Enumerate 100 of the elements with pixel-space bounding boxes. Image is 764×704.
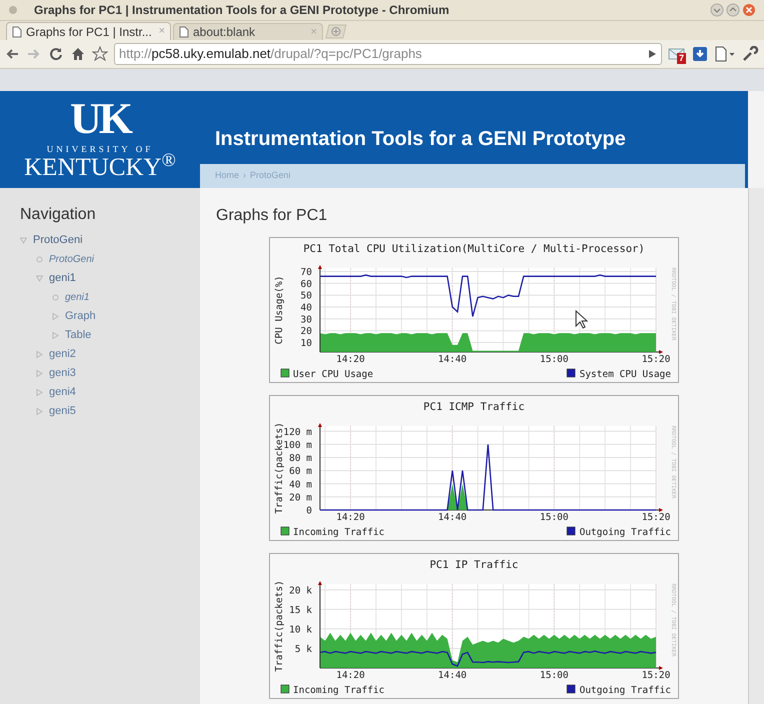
- axis-title: Traffic(packets): [274, 580, 285, 672]
- nav-link[interactable]: Table: [65, 327, 92, 344]
- axis-tick-label: 60 m: [289, 466, 312, 478]
- back-icon[interactable]: [4, 47, 20, 61]
- axis-tick-label: 14:20: [336, 670, 365, 681]
- nav-link[interactable]: geni2: [49, 346, 76, 363]
- legend-swatch: [566, 526, 576, 536]
- nav-link[interactable]: Graph: [65, 308, 96, 325]
- play-icon[interactable]: [647, 49, 657, 59]
- reload-icon[interactable]: [48, 46, 64, 62]
- legend-swatch: [280, 684, 290, 694]
- axis-tick-label: 50: [300, 290, 312, 302]
- legend-label: Outgoing Traffic: [579, 685, 671, 696]
- nav-link[interactable]: ProtoGeni: [33, 232, 83, 249]
- scrollbar[interactable]: [748, 188, 764, 704]
- legend-swatch: [280, 526, 290, 536]
- nav-link[interactable]: geni1: [49, 270, 76, 287]
- axis-tick-label: 0: [306, 506, 312, 516]
- browser-tab[interactable]: Graphs for PC1 | Instr... ×: [6, 22, 171, 40]
- bullet-icon: [52, 294, 59, 301]
- axis-tick-label: 15:00: [540, 670, 568, 681]
- forward-icon[interactable]: [26, 47, 42, 61]
- chart-title: PC1 IP Traffic: [430, 559, 518, 571]
- legend-label: Outgoing Traffic: [579, 527, 671, 538]
- wrench-icon[interactable]: [742, 46, 760, 62]
- nav-link[interactable]: geni5: [49, 403, 76, 420]
- chart-title: PC1 ICMP Traffic: [423, 401, 525, 413]
- page-icon: [12, 26, 22, 38]
- site-title: Instrumentation Tools for a GENI Prototype: [215, 127, 627, 152]
- legend-label: Incoming Traffic: [293, 527, 385, 538]
- sidebar-title: Navigation: [20, 205, 97, 225]
- page-title: Graphs for PC1: [216, 206, 328, 226]
- axis-tick-label: 14:40: [438, 354, 467, 365]
- breadcrumb-separator: ›: [243, 169, 246, 182]
- axis-title: CPU Usage(%): [274, 276, 285, 344]
- page-icon: [179, 26, 189, 38]
- collapsed-triangle-icon[interactable]: [36, 351, 43, 358]
- axis-tick-label: 40 m: [289, 479, 312, 490]
- axis-tick-label: 80 m: [289, 453, 312, 464]
- notification-badge: 7: [677, 53, 686, 64]
- download-icon[interactable]: [692, 46, 708, 62]
- collapsed-triangle-icon[interactable]: [52, 332, 59, 339]
- axis-tick-label: 10 k: [289, 624, 312, 636]
- home-icon[interactable]: [70, 46, 86, 62]
- logo-text: KENTUCKY$^{®}$: [24, 155, 176, 181]
- axis-tick-label: 120 m: [283, 426, 312, 438]
- expanded-triangle-icon[interactable]: [36, 275, 43, 282]
- axis-tick-label: 20 m: [289, 492, 312, 504]
- axis-tick-label: 100 m: [283, 440, 312, 451]
- page-menu-icon[interactable]: [714, 46, 736, 62]
- new-tab-icon[interactable]: [325, 24, 347, 39]
- axis-tick-label: 15:20: [642, 670, 670, 681]
- logo-mark: UK: [70, 97, 130, 141]
- axis-tick-label: 14:20: [336, 354, 365, 365]
- collapsed-triangle-icon[interactable]: [52, 313, 59, 320]
- browser-tab[interactable]: about:blank ×: [173, 23, 323, 40]
- tab-close-button[interactable]: ×: [158, 23, 165, 40]
- axis-tick-label: 10: [300, 338, 312, 350]
- window-menu-icon[interactable]: [8, 5, 18, 15]
- axis-tick-label: 15:20: [642, 512, 670, 523]
- collapsed-triangle-icon[interactable]: [36, 408, 43, 415]
- legend-label: Incoming Traffic: [293, 685, 385, 696]
- close-icon[interactable]: [742, 3, 756, 17]
- axis-tick-label: 14:20: [336, 512, 365, 523]
- star-icon[interactable]: [92, 46, 108, 62]
- legend-swatch: [566, 684, 576, 694]
- axis-tick-label: 14:40: [438, 670, 467, 681]
- url-text[interactable]: /drupal/?q=pc/PC1/graphs: [270, 46, 422, 62]
- nav-link[interactable]: ProtoGeni: [49, 252, 94, 267]
- breadcrumb-link[interactable]: Home: [215, 169, 240, 183]
- window-title: Graphs for PC1 | Instrumentation Tools for a GENI Prototype - Chromium: [34, 2, 450, 19]
- bullet-icon: [36, 256, 43, 263]
- maximize-icon[interactable]: [726, 3, 740, 17]
- axis-tick-label: 20 k: [289, 585, 312, 596]
- nav-link[interactable]: geni4: [49, 384, 76, 401]
- legend-swatch: [280, 368, 290, 378]
- address-bar[interactable]: http://pc58.uky.emulab.net/drupal/?q=pc/PC1/graphs: [114, 43, 662, 65]
- collapsed-triangle-icon[interactable]: [36, 389, 43, 396]
- axis-tick-label: 70: [300, 267, 312, 278]
- legend-label: User CPU Usage: [293, 369, 374, 380]
- legend-label: System CPU Usage: [579, 369, 671, 380]
- axis-tick-label: 60: [300, 278, 312, 290]
- chart-title: PC1 Total CPU Utilization(MultiCore / Multi-Processor): [303, 243, 645, 255]
- axis-tick-label: 15:00: [540, 512, 568, 523]
- breadcrumb-link[interactable]: ProtoGeni: [250, 169, 291, 183]
- minimize-icon[interactable]: [710, 3, 724, 17]
- legend-swatch: [566, 368, 576, 378]
- mouse-pointer-icon: [575, 310, 588, 329]
- logo-text: UNIVERSITY OF: [46, 143, 154, 155]
- url-text[interactable]: pc58.uky.emulab.net: [152, 46, 271, 62]
- nav-link[interactable]: geni3: [49, 365, 76, 382]
- axis-title: Traffic(packets): [274, 422, 285, 514]
- collapsed-triangle-icon[interactable]: [36, 370, 43, 377]
- nav-link[interactable]: geni1: [65, 290, 90, 305]
- axis-tick-label: 15 k: [289, 604, 312, 616]
- url-text[interactable]: http://: [119, 46, 152, 62]
- axis-tick-label: 5 k: [294, 644, 312, 655]
- expanded-triangle-icon[interactable]: [20, 237, 27, 244]
- axis-tick-label: 15:20: [642, 354, 670, 365]
- axis-tick-label: 30: [300, 314, 312, 326]
